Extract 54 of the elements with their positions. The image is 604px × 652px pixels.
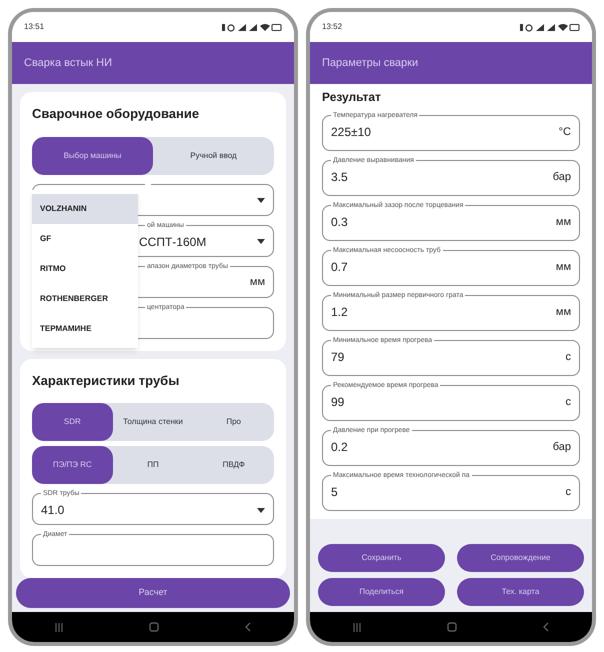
field-value: ССПТ-160М <box>139 234 206 250</box>
unit-label: мм <box>250 275 265 290</box>
home-icon[interactable] <box>447 622 457 632</box>
field-value: 225±10 <box>331 124 371 141</box>
unit-label: мм <box>556 260 571 275</box>
segment-tab[interactable]: Толщина стенки <box>112 403 194 441</box>
segment-tab[interactable]: Про <box>193 403 274 441</box>
segment-tab[interactable]: Выбор машины <box>32 136 153 174</box>
unit-label: с <box>566 394 571 410</box>
segment-tab[interactable]: ПП <box>112 446 194 484</box>
recent-apps-icon[interactable] <box>353 622 361 632</box>
app-bar-title: Параметры сварки <box>322 56 418 71</box>
action-button[interactable]: Сохранить <box>318 544 445 572</box>
field-value: 41.0 <box>41 502 64 519</box>
field-value: 99 <box>331 394 344 411</box>
status-icons <box>520 22 580 32</box>
segment-tab[interactable]: ПВДФ <box>193 446 274 484</box>
section-title: Сварочное оборудование <box>32 105 200 123</box>
unit-label: с <box>566 350 571 365</box>
status-icons <box>222 22 282 32</box>
dropdown-caret-icon <box>257 198 265 203</box>
unit-label: бар <box>552 170 571 185</box>
field-value: 0.2 <box>331 439 348 456</box>
home-icon[interactable] <box>149 622 159 632</box>
dropdown-caret-icon <box>257 239 265 244</box>
app-bar-title: Сварка встык НИ <box>24 56 112 71</box>
back-icon[interactable] <box>543 622 549 632</box>
calculate-button[interactable]: Расчет <box>16 578 290 608</box>
unit-label: °С <box>558 124 571 140</box>
segment-tab[interactable]: Ручной ввод <box>153 136 274 174</box>
menu-item[interactable]: GF <box>32 224 138 254</box>
action-button[interactable]: Поделиться <box>318 578 445 606</box>
unit-label: бар <box>552 440 571 455</box>
segment-tab[interactable]: SDR <box>32 403 113 441</box>
field-value: 5 <box>331 484 338 501</box>
field-value: 1.2 <box>331 304 348 321</box>
back-icon[interactable] <box>245 622 251 632</box>
field-value: 3.5 <box>331 169 348 186</box>
field-value: 0.7 <box>331 259 348 276</box>
section-title: Результат <box>322 89 382 106</box>
field-value: 79 <box>331 349 344 366</box>
recent-apps-icon[interactable] <box>55 622 63 632</box>
unit-label: мм <box>556 304 571 320</box>
action-button[interactable]: Тех. карта <box>457 578 584 606</box>
field-value: 0.3 <box>331 214 348 231</box>
menu-item[interactable]: VOLZHANIN <box>32 194 138 224</box>
unit-label: с <box>566 484 571 500</box>
segment-tab[interactable]: ПЭ/ПЭ RC <box>32 446 113 484</box>
status-time: 13:52 <box>322 21 342 33</box>
unit-label: мм <box>556 214 571 230</box>
action-button[interactable]: Сопровождение <box>457 544 584 572</box>
dropdown-caret-icon <box>257 508 265 512</box>
status-time: 13:51 <box>24 21 44 33</box>
section-title: Характеристики трубы <box>32 372 180 390</box>
